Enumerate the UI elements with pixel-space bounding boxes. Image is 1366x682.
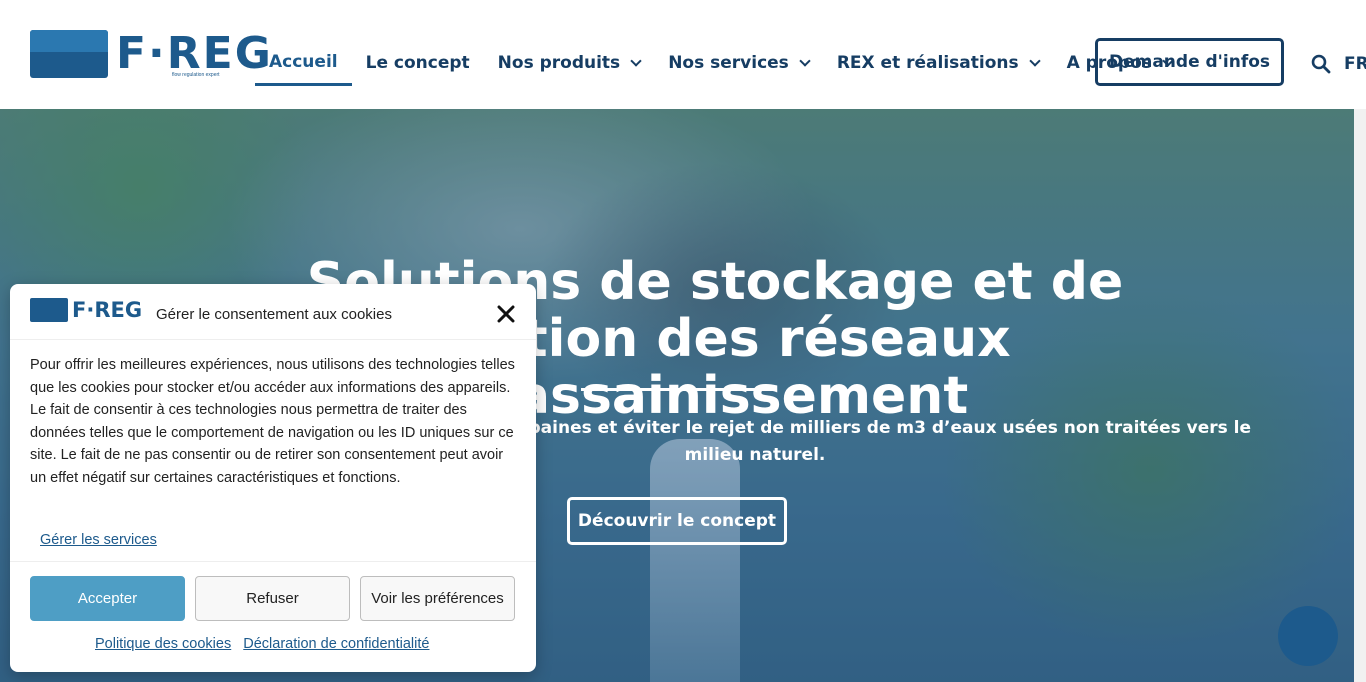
nav-label: Accueil [269, 51, 338, 72]
search-icon[interactable] [1311, 54, 1331, 74]
language-switcher[interactable]: FR [1344, 54, 1366, 74]
main-nav: Accueil Le concept Nos produits Nos serv… [255, 40, 1186, 86]
close-icon[interactable] [496, 304, 516, 324]
decouvrir-concept-button[interactable]: Découvrir le concept [567, 497, 787, 545]
nav-item-services[interactable]: Nos services [654, 40, 823, 86]
cookie-dialog-title: Gérer le consentement aux cookies [156, 306, 392, 323]
freg-logo[interactable]: F·REG flow regulation expert [30, 30, 271, 78]
chevron-down-icon [1028, 55, 1041, 67]
hero-divider [581, 388, 774, 391]
logo-mark [30, 298, 68, 322]
logo-mark [30, 30, 108, 78]
nav-item-accueil[interactable]: Accueil [255, 40, 352, 86]
chevron-down-icon [630, 55, 642, 67]
nav-label: Nos produits [497, 53, 621, 73]
nav-label: Le concept [365, 53, 470, 73]
manage-services-link[interactable]: Gérer les services [40, 532, 157, 548]
scrollbar[interactable] [1354, 109, 1366, 682]
demande-infos-button[interactable]: Demande d'infos [1095, 38, 1284, 86]
cookie-dialog-header: F·REG Gérer le consentement aux cookies [10, 284, 536, 340]
cookie-consent-dialog: F·REG Gérer le consentement aux cookies … [10, 284, 536, 672]
hero-background-image [650, 439, 740, 682]
cookie-dialog-buttons: Accepter Refuser Voir les préférences [10, 561, 536, 631]
nav-item-produits[interactable]: Nos produits [484, 40, 655, 86]
refuse-button[interactable]: Refuser [195, 576, 350, 621]
logo-text: F·REG [72, 298, 143, 322]
cookie-logo: F·REG [30, 298, 142, 322]
nav-label: REX et réalisations [836, 53, 1019, 73]
chevron-down-icon [799, 55, 811, 67]
logo-tagline: flow regulation expert [172, 72, 220, 78]
nav-item-concept[interactable]: Le concept [352, 40, 484, 86]
privacy-statement-link[interactable]: Déclaration de confidentialité [243, 636, 429, 652]
chat-icon[interactable] [1278, 606, 1338, 666]
nav-item-rex[interactable]: REX et réalisations [823, 40, 1053, 86]
nav-label: Nos services [668, 53, 789, 73]
cookie-dialog-links: Politique des cookies Déclaration de con… [95, 636, 437, 652]
accept-button[interactable]: Accepter [30, 576, 185, 621]
cookie-dialog-message: Pour offrir les meilleures expériences, … [30, 357, 515, 486]
site-header: F·REG flow regulation expert Accueil Le … [0, 0, 1366, 109]
view-preferences-button[interactable]: Voir les préférences [360, 576, 515, 621]
cookie-policy-link[interactable]: Politique des cookies [95, 636, 231, 652]
logo-text: F·REG [116, 28, 273, 79]
